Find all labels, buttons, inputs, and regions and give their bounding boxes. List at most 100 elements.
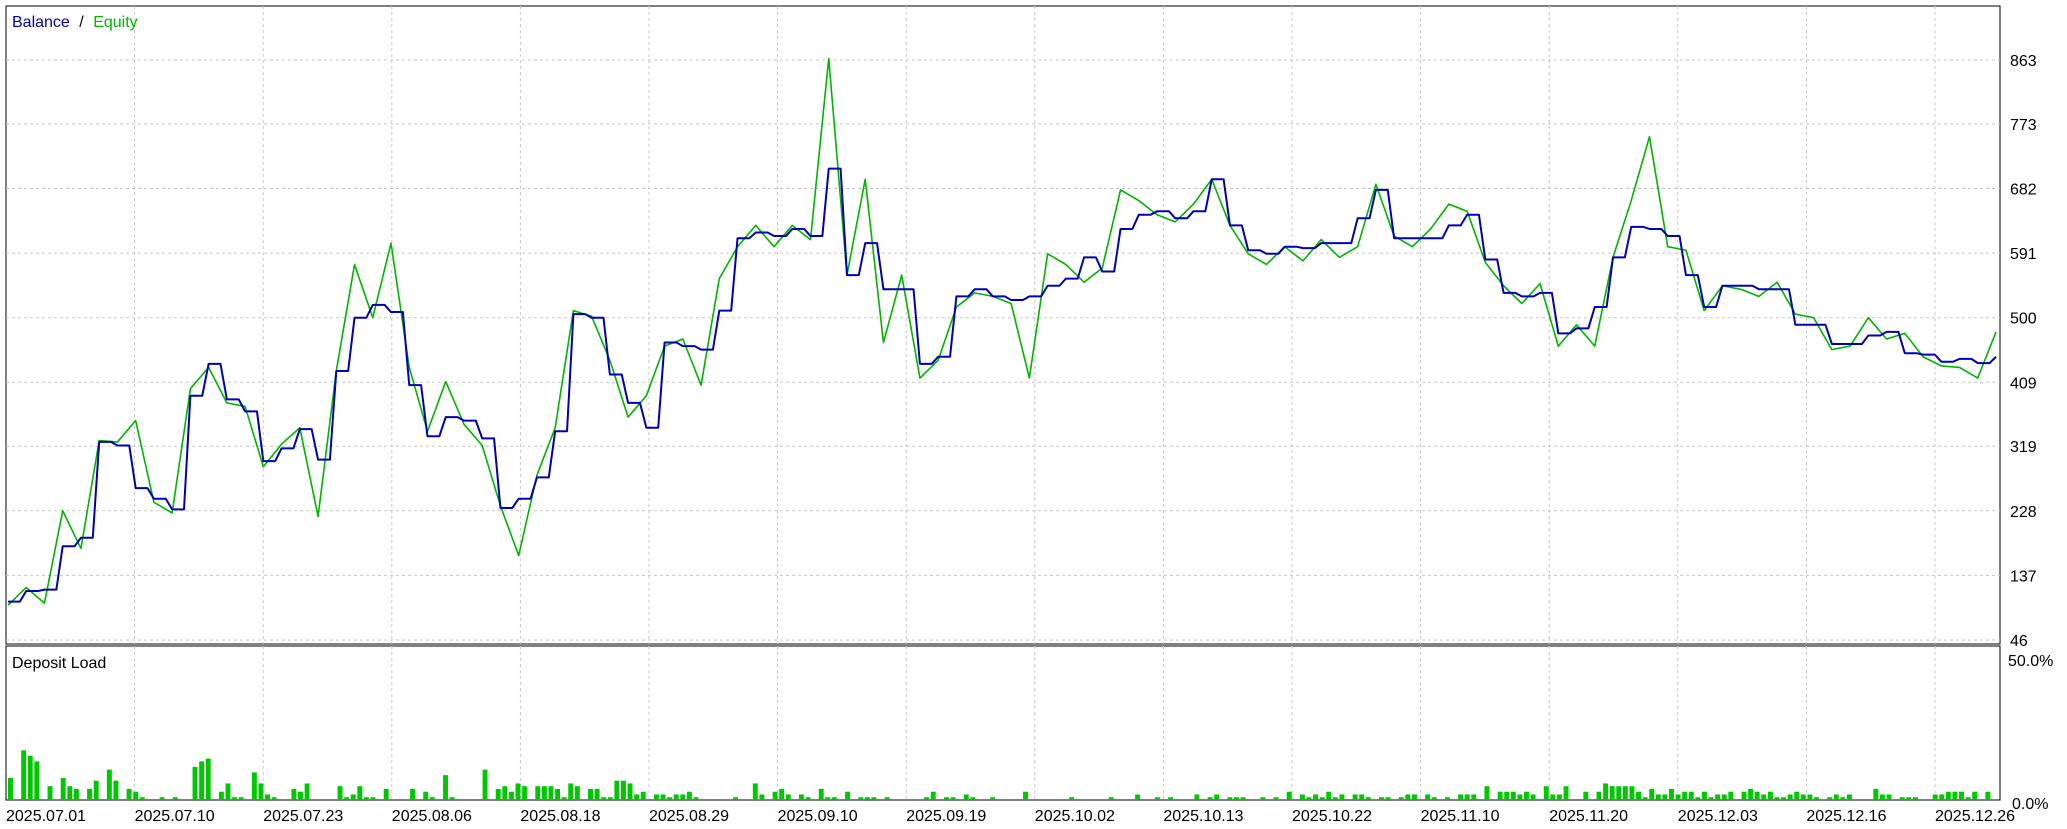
- deposit-load-bar: [1814, 797, 1819, 800]
- deposit-load-bar: [383, 788, 389, 800]
- deposit-load-bar: [640, 791, 646, 800]
- deposit-load-bar: [27, 755, 33, 800]
- deposit-load-bar: [205, 758, 211, 800]
- legend-balance: Balance: [12, 14, 70, 31]
- deposit-load-bar: [1767, 791, 1773, 800]
- x-tick-label: 2025.08.18: [520, 808, 600, 824]
- x-tick-label: 2025.12.26: [1935, 808, 2015, 824]
- deposit-load-bar: [990, 797, 996, 800]
- deposit-load-bar: [515, 783, 521, 800]
- deposit-load-bar: [139, 797, 145, 800]
- deposit-load-bar: [1774, 797, 1780, 800]
- deposit-load-bar: [251, 772, 257, 800]
- deposit-load-bar: [1319, 797, 1325, 800]
- deposit-load-bar: [113, 780, 119, 800]
- main-y-tick-labels: 863 773 682 591 500 409 319 228 137 46: [2010, 53, 2037, 650]
- deposit-load-bar: [930, 791, 936, 800]
- x-tick-label: 2025.12.16: [1806, 808, 1886, 824]
- main-y-tick-label: 863: [2010, 53, 2037, 70]
- deposit-load-bar: [831, 797, 837, 800]
- deposit-load-title: Deposit Load: [12, 655, 106, 672]
- deposit-load-bar: [1359, 794, 1365, 800]
- x-tick-label: 2025.10.22: [1292, 808, 1372, 824]
- deposit-load-bar: [1214, 794, 1220, 800]
- deposit-load-bar: [759, 794, 765, 800]
- deposit-load-bar: [1728, 791, 1734, 800]
- deposit-load-bar: [363, 797, 369, 800]
- deposit-load-bar: [568, 783, 574, 800]
- deposit-load-bar: [1899, 797, 1905, 800]
- deposit-load-bar: [660, 794, 666, 800]
- deposit-load-bar: [1840, 797, 1846, 800]
- deposit-load-bar: [601, 797, 607, 800]
- deposit-load-bar: [8, 777, 13, 800]
- deposit-load-bar: [298, 791, 303, 800]
- deposit-load-bar: [1194, 794, 1200, 800]
- deposit-load-bar: [1497, 791, 1503, 800]
- load-y-tick-bottom: 0.0%: [2012, 796, 2048, 813]
- deposit-load-bar: [970, 797, 976, 800]
- deposit-load-bar: [594, 788, 600, 800]
- deposit-load-bar: [1649, 788, 1655, 800]
- deposit-load-bar: [449, 797, 455, 800]
- deposit-load-bar: [1682, 791, 1688, 800]
- x-tick-label: 2025.07.10: [135, 808, 215, 824]
- deposit-load-bar: [1701, 791, 1707, 800]
- deposit-load-bar: [271, 797, 277, 800]
- deposit-load-bar: [192, 766, 198, 800]
- deposit-load-bar: [126, 788, 132, 800]
- deposit-load-bar: [1227, 797, 1233, 800]
- deposit-load-bar: [1794, 791, 1800, 800]
- deposit-load-bar: [548, 786, 554, 800]
- deposit-load-bar: [1023, 791, 1029, 800]
- deposit-load-bar: [47, 786, 53, 800]
- deposit-load-bar: [561, 797, 567, 800]
- deposit-load-bar: [1932, 794, 1938, 800]
- x-tick-label: 2025.09.10: [778, 808, 858, 824]
- deposit-load-bar: [772, 791, 778, 800]
- deposit-load-bar: [858, 797, 864, 800]
- deposit-load-bar: [1827, 797, 1833, 800]
- deposit-load-bar: [1873, 788, 1879, 800]
- x-tick-label: 2025.08.06: [392, 808, 472, 824]
- legend-equity: Equity: [93, 14, 137, 31]
- main-y-tick-label: 46: [2010, 633, 2028, 650]
- deposit-load-bar: [1952, 791, 1958, 800]
- balance-equity-panel: 86377368259150040931922813746 Balance / …: [5, 5, 2037, 650]
- deposit-load-bar: [588, 788, 593, 800]
- deposit-load-bar: [1675, 794, 1681, 800]
- deposit-load-bar: [1985, 791, 1991, 800]
- deposit-load-bar: [1458, 794, 1464, 800]
- deposit-load-bar: [1233, 797, 1239, 800]
- deposit-load-bar: [818, 788, 824, 800]
- deposit-load-bar: [410, 788, 416, 800]
- deposit-load-bar: [357, 786, 363, 800]
- x-tick-label: 2025.07.01: [6, 808, 86, 824]
- deposit-load-bar: [265, 794, 271, 800]
- deposit-load-bar: [60, 777, 66, 800]
- deposit-load-bar: [1135, 794, 1141, 800]
- deposit-load-bar: [1833, 794, 1839, 800]
- deposit-load-bar: [218, 791, 224, 800]
- deposit-load-bar: [1715, 794, 1721, 800]
- deposit-load-bar: [607, 797, 613, 800]
- deposit-load-bar: [1708, 797, 1714, 800]
- main-y-tick-label: 137: [2010, 568, 2037, 585]
- deposit-load-bar: [1945, 791, 1951, 800]
- deposit-load-bar: [1688, 791, 1694, 800]
- deposit-load-bar: [1655, 794, 1661, 800]
- deposit-load-bar: [1524, 791, 1529, 800]
- deposit-load-bar: [1425, 794, 1431, 800]
- deposit-load-bar: [1326, 791, 1332, 800]
- deposit-load-bar: [1642, 797, 1648, 800]
- deposit-load-bar: [1352, 794, 1358, 800]
- deposit-load-bar: [535, 786, 541, 800]
- deposit-load-bar: [1695, 797, 1701, 800]
- deposit-load-bar: [344, 797, 350, 800]
- deposit-load-bar: [1385, 797, 1391, 800]
- deposit-load-bar: [508, 791, 514, 800]
- chart-canvas: 86377368259150040931922813746 Balance / …: [5, 5, 2053, 825]
- deposit-load-bar: [1260, 797, 1266, 800]
- deposit-load-bar: [1609, 786, 1615, 800]
- deposit-load-bar: [1550, 794, 1556, 800]
